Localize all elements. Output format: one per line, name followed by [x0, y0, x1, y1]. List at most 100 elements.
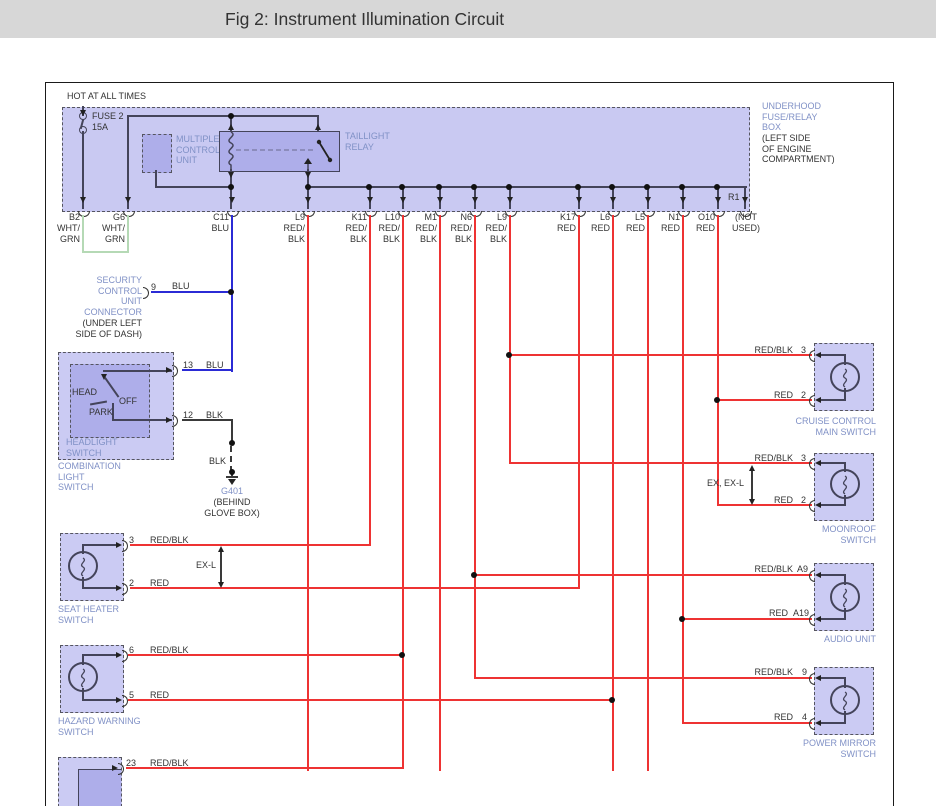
cruise-wire-top: RED/BLK [754, 345, 793, 355]
connector-pin: N1 [668, 212, 680, 222]
arrow-icon [815, 460, 821, 466]
wire [817, 399, 846, 401]
connector-pin: K17 [559, 212, 576, 222]
hot-at-all-times-label: HOT AT ALL TIMES [67, 91, 147, 101]
pm-pin-top: 9 [802, 667, 808, 677]
switch-pos-head: HEAD [72, 387, 98, 397]
wire [402, 215, 404, 769]
arrow-icon [610, 197, 616, 203]
arrow-icon [315, 124, 321, 130]
junction-dot [714, 184, 720, 190]
junction-dot [399, 184, 405, 190]
junction-dot [366, 184, 372, 190]
connector-pin: L6 [599, 212, 610, 222]
headlight-pin-top: 13 [183, 360, 194, 370]
combination-switch-label: COMBINATION LIGHT SWITCH [58, 461, 121, 492]
ground-icon [226, 476, 238, 478]
wire [817, 462, 846, 464]
wire [82, 654, 118, 656]
r1-pin-label: R1 [728, 192, 740, 202]
wire [151, 291, 232, 293]
fuse-label: FUSE 2 15A [92, 111, 124, 132]
partial-pin: 23 [126, 758, 137, 768]
wire-color: RED/ BLK [345, 223, 367, 244]
junction-dot [228, 113, 234, 119]
arrow-icon [749, 499, 755, 505]
arrow-icon [749, 465, 755, 471]
headlight-switch-label: HEADLIGHT SWITCH [66, 437, 118, 458]
moonroof-label: MOONROOF SWITCH [822, 524, 876, 545]
partial-wire: RED/BLK [150, 758, 189, 768]
ground-arrow-icon [228, 479, 236, 485]
arrow-icon [815, 572, 821, 578]
wire-color: RED/ BLK [283, 223, 305, 244]
wire [817, 504, 846, 506]
arrow-icon [472, 197, 478, 203]
junction-dot [679, 184, 685, 190]
wire [817, 722, 846, 724]
connector-pin: M1 [424, 212, 437, 222]
wire [474, 215, 476, 679]
connector-arc-icon [809, 673, 815, 685]
arrow-icon [680, 197, 686, 203]
junction-dot [506, 184, 512, 190]
wire [130, 587, 580, 589]
cruise-pin-top: 3 [801, 345, 807, 355]
arrow-icon [125, 197, 131, 203]
hazard-wire-top: RED/BLK [150, 645, 189, 655]
junction-dot [575, 184, 581, 190]
connector-pin: K11 [351, 212, 367, 222]
arrow-icon [815, 397, 821, 403]
wire [127, 115, 129, 209]
seat-heater-label: SEAT HEATER SWITCH [58, 604, 120, 625]
arrow-icon [80, 110, 86, 116]
wire-color: RED [660, 223, 680, 233]
connector-pin: C11 [213, 212, 229, 222]
junction-dot [679, 616, 685, 622]
moonroof-pin-top: 3 [801, 453, 807, 463]
wire [127, 115, 319, 117]
arrow-icon [815, 502, 821, 508]
trim-arrow [751, 468, 753, 502]
connector-arc-icon [809, 350, 815, 362]
connector-arc-icon [809, 395, 815, 407]
arrow-icon [815, 675, 821, 681]
connector-pin: L9 [294, 212, 305, 222]
junction-dot [609, 184, 615, 190]
connector-pin: B2 [68, 212, 80, 222]
wire [817, 354, 846, 356]
connector-pin: G6 [112, 212, 125, 222]
wire-color: RED [625, 223, 645, 233]
connector-arc-icon [809, 614, 815, 626]
junction-dot [436, 184, 442, 190]
wire [155, 186, 232, 188]
underhood-box-name: UNDERHOOD FUSE/RELAY BOX [762, 101, 822, 132]
security-wire-color: BLU [172, 281, 190, 291]
wire [127, 215, 129, 253]
junction-dot [714, 397, 720, 403]
junction-dot [229, 440, 235, 446]
junction-dot [506, 352, 512, 358]
arrow-icon [218, 582, 224, 588]
cruise-wire-bot: RED [773, 390, 793, 400]
audio-wire-top: RED/BLK [754, 564, 793, 574]
wire [82, 544, 118, 546]
arrow-icon [815, 616, 821, 622]
moonroof-wire-bot: RED [773, 495, 793, 505]
headlight-wire-bot: BLK [206, 410, 224, 420]
wire [612, 215, 614, 771]
wire [817, 574, 846, 576]
seat-heater-wire-bot: RED [150, 578, 170, 588]
wire [82, 699, 118, 701]
arrow-icon [645, 197, 651, 203]
connector-pin: L9 [496, 212, 507, 222]
arrow-icon [815, 720, 821, 726]
wire-color: RED [695, 223, 715, 233]
hazard-wire-bot: RED [150, 690, 170, 700]
pm-wire-top: RED/BLK [754, 667, 793, 677]
page-title: Fig 2: Instrument Illumination Circuit [225, 9, 505, 29]
wire-color: RED/ BLK [485, 223, 507, 244]
junction-dot [471, 572, 477, 578]
audio-wire-bot: RED [768, 608, 788, 618]
junction-dot [305, 184, 311, 190]
